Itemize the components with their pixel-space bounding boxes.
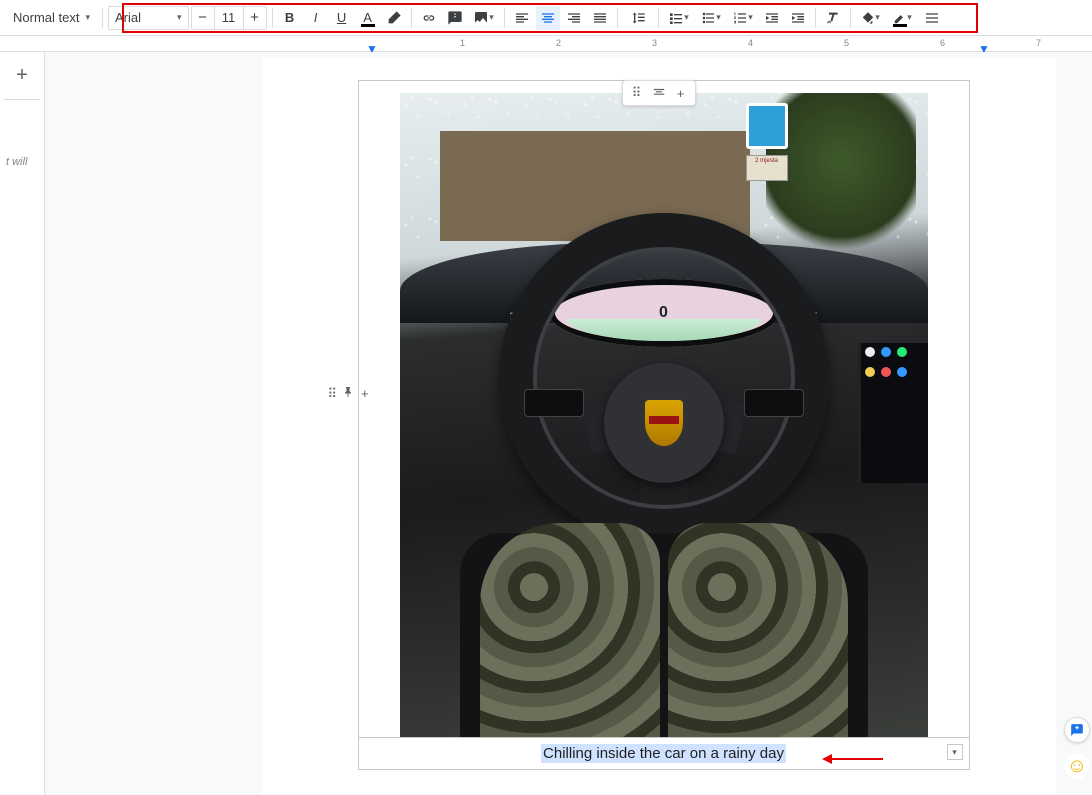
italic-button[interactable]: I — [304, 6, 328, 30]
align-left-button[interactable] — [510, 6, 534, 30]
image-caption-text[interactable]: Chilling inside the car on a rainy day — [541, 744, 786, 763]
photo-leg-right — [668, 523, 848, 737]
paint-bucket-button[interactable]: ▾ — [856, 6, 886, 30]
border-options-button[interactable] — [920, 6, 944, 30]
add-comment-floating-button[interactable] — [1064, 717, 1090, 743]
workspace: + t will ⠿ + ⠿ + — [0, 52, 1092, 795]
separator — [102, 8, 103, 28]
insert-image-button[interactable]: ▾ — [469, 6, 499, 30]
steering-wheel-hub — [604, 363, 724, 483]
border-color-button[interactable]: ▾ — [888, 6, 918, 30]
document-canvas[interactable]: ⠿ + ⠿ + 2 mjesta — [45, 52, 1092, 795]
caption-options-button[interactable]: ▾ — [947, 744, 963, 760]
separator — [850, 8, 851, 28]
ruler-tick: 4 — [748, 38, 753, 48]
decrease-indent-button[interactable] — [760, 6, 784, 30]
chevron-down-icon: ▾ — [85, 12, 90, 23]
numbered-list-button[interactable]: ▾ — [728, 6, 758, 30]
font-size-increase[interactable]: + — [244, 7, 266, 29]
photo-tree — [766, 93, 916, 263]
line-spacing-button[interactable] — [623, 6, 653, 30]
image-figure[interactable]: 2 mjesta 0 24.5 11:25 — [358, 80, 970, 770]
ruler-tick: 1 — [460, 38, 465, 48]
separator — [815, 8, 816, 28]
ruler-tick: 2 — [556, 38, 561, 48]
separator — [504, 8, 505, 28]
photo-leg-left — [480, 523, 660, 737]
checklist-button[interactable]: ▾ — [664, 6, 694, 30]
add-item-icon[interactable]: + — [672, 84, 690, 102]
ruler-tick: 5 — [844, 38, 849, 48]
divider — [4, 99, 40, 100]
wheel-buttons-right — [744, 389, 804, 417]
text-color-button[interactable]: A — [356, 6, 380, 30]
paragraph-style-select[interactable]: Normal text ▾ — [6, 6, 97, 30]
insert-link-button[interactable] — [417, 6, 441, 30]
embedded-photo[interactable]: 2 mjesta 0 24.5 11:25 — [400, 93, 928, 737]
document-page: ⠿ + ⠿ + 2 mjesta — [262, 58, 1056, 795]
increase-indent-button[interactable] — [786, 6, 810, 30]
emoji-reaction-button[interactable]: ☺ — [1064, 753, 1090, 779]
image-options-toolbar: ⠿ + — [622, 80, 696, 106]
separator — [272, 8, 273, 28]
align-center-button[interactable] — [536, 6, 560, 30]
align-right-button[interactable] — [562, 6, 586, 30]
drag-handle-icon[interactable]: ⠿ — [628, 84, 646, 102]
outline-hint-text: t will — [4, 108, 40, 168]
ruler-tick: 6 — [940, 38, 945, 48]
chevron-down-icon: ▾ — [177, 12, 182, 23]
floating-side-buttons: ☺ — [1064, 717, 1092, 779]
drag-handle-icon[interactable]: ⠿ — [328, 386, 338, 402]
porsche-crest-icon — [643, 398, 685, 448]
clear-formatting-button[interactable] — [821, 6, 845, 30]
formatting-toolbar: Normal text ▾ Arial ▾ − 11 + B I U A ▾ ▾… — [0, 0, 1092, 36]
caption-row: Chilling inside the car on a rainy day ▾ — [359, 737, 969, 769]
separator — [658, 8, 659, 28]
separator — [617, 8, 618, 28]
photo-parking-sign — [746, 103, 788, 149]
align-justify-button[interactable] — [588, 6, 612, 30]
font-size-decrease[interactable]: − — [192, 7, 214, 29]
add-outline-button[interactable]: + — [4, 60, 40, 91]
underline-button[interactable]: U — [330, 6, 354, 30]
font-size-value[interactable]: 11 — [214, 7, 244, 29]
chevron-down-icon: ▾ — [489, 12, 494, 23]
infotainment-screen — [858, 343, 928, 483]
annotation-red-arrow — [827, 758, 883, 760]
image-align-icon[interactable] — [650, 84, 668, 102]
pin-icon[interactable] — [343, 386, 355, 402]
font-size-stepper: − 11 + — [191, 6, 267, 30]
font-family-select[interactable]: Arial ▾ — [108, 6, 189, 30]
highlight-color-button[interactable] — [382, 6, 406, 30]
insert-comment-button[interactable] — [443, 6, 467, 30]
wheel-buttons-left — [524, 389, 584, 417]
outline-panel: + t will — [0, 52, 45, 795]
ruler-tick: 3 — [652, 38, 657, 48]
ruler-tick: 7 — [1036, 38, 1041, 48]
bold-button[interactable]: B — [278, 6, 302, 30]
horizontal-ruler[interactable]: ▼ 1 2 3 4 5 6 ▼ 7 — [0, 36, 1092, 52]
photo-small-sign: 2 mjesta — [746, 155, 788, 181]
bulleted-list-button[interactable]: ▾ — [696, 6, 726, 30]
paragraph-style-label: Normal text — [13, 10, 79, 25]
separator — [411, 8, 412, 28]
font-family-label: Arial — [115, 10, 141, 25]
